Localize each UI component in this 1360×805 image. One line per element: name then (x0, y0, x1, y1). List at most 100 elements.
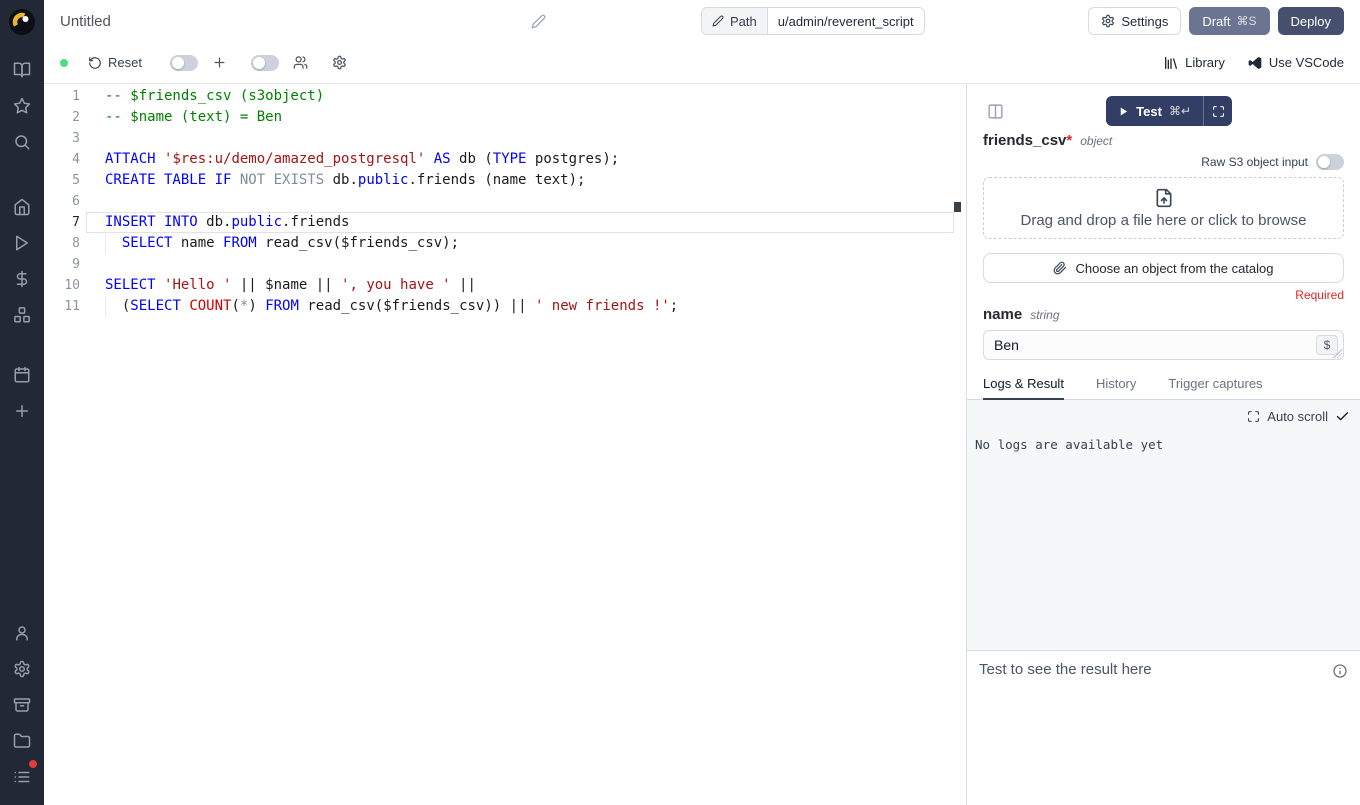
code-line-7[interactable]: 7INSERT INTO db.public.friends (44, 212, 966, 233)
sidebar-user-button[interactable] (4, 615, 40, 651)
code-line-11[interactable]: 11 (SELECT COUNT(*) FROM read_csv($frien… (44, 296, 966, 317)
resize-grip[interactable] (1333, 349, 1342, 358)
name-input[interactable] (984, 337, 1343, 353)
vscode-icon (1247, 55, 1263, 71)
run-panel-header: Test ⌘↵ (967, 84, 1360, 128)
arg-name-header: name string (983, 306, 1344, 323)
run-panel: Test ⌘↵ friends_csv* object Raw S3 objec… (967, 84, 1360, 805)
sidebar-home-button[interactable] (4, 189, 40, 225)
line-number: 10 (44, 275, 80, 296)
path-label-segment[interactable]: Path (702, 8, 768, 34)
users-icon (293, 55, 308, 70)
choose-catalog-object-button[interactable]: Choose an object from the catalog (983, 253, 1344, 283)
path-button[interactable]: Path u/admin/reverent_script (701, 7, 925, 35)
sidebar-workers-button[interactable] (4, 687, 40, 723)
code-line-4[interactable]: 4ATTACH '$res:u/demo/amazed_postgresql' … (44, 149, 966, 170)
test-button[interactable]: Test ⌘↵ (1106, 96, 1203, 126)
play-icon (1118, 106, 1129, 117)
use-vscode-button[interactable]: Use VSCode (1247, 55, 1344, 71)
runs-play-icon (13, 234, 31, 252)
workspace-settings-gear-icon (13, 660, 31, 678)
sidebar-runs-button[interactable] (4, 225, 40, 261)
file-dropzone[interactable]: Drag and drop a file here or click to br… (983, 177, 1344, 239)
windmill-logo[interactable] (4, 8, 40, 36)
notification-dot (29, 760, 37, 768)
code-line-5[interactable]: 5CREATE TABLE IF NOT EXISTS db.public.fr… (44, 170, 966, 191)
info-icon[interactable] (1332, 663, 1348, 679)
deploy-button[interactable]: Deploy (1278, 7, 1344, 35)
autoscroll-checkbox[interactable] (1335, 409, 1350, 424)
sidebar-schedules-button[interactable] (4, 357, 40, 393)
arg-friends-csv-header: friends_csv* object (983, 132, 1344, 149)
resources-boxes-icon (13, 306, 31, 324)
line-number: 9 (44, 254, 80, 275)
code-line-3[interactable]: 3 (44, 128, 966, 149)
sidebar-resources-button[interactable] (4, 297, 40, 333)
sidebar-search-button[interactable] (4, 124, 40, 160)
tab-logs-result[interactable]: Logs & Result (983, 376, 1064, 400)
sidebar-add-button[interactable] (4, 393, 40, 429)
toggle-knob (1318, 156, 1330, 168)
autoscroll-label: Auto scroll (1267, 409, 1328, 424)
code-editor[interactable]: 1-- $friends_csv (s3object)2-- $name (te… (44, 84, 967, 805)
script-title-field[interactable]: Untitled (60, 13, 546, 30)
toggle-one[interactable] (170, 55, 198, 71)
sidebar-variables-button[interactable] (4, 261, 40, 297)
toggle-two[interactable] (251, 55, 279, 71)
code-line-8[interactable]: 8 SELECT name FROM read_csv($friends_csv… (44, 233, 966, 254)
sidebar-folders-button[interactable] (4, 723, 40, 759)
collaborators-button[interactable] (293, 55, 308, 70)
panel-layout-toggle[interactable] (987, 103, 1004, 120)
line-number: 3 (44, 128, 80, 149)
logs-panel-header: Auto scroll (967, 400, 1360, 424)
add-button[interactable] (212, 55, 227, 70)
reset-button[interactable]: Reset (88, 55, 142, 70)
expand-logs-button[interactable] (1247, 410, 1260, 423)
sidebar-favorites-button[interactable] (4, 88, 40, 124)
schedules-calendar-icon (13, 366, 31, 384)
content-split: 1-- $friends_csv (s3object)2-- $name (te… (44, 84, 1360, 805)
library-button[interactable]: Library (1163, 55, 1225, 71)
pencil-icon (712, 15, 724, 27)
choose-catalog-object-label: Choose an object from the catalog (1075, 261, 1273, 276)
gear-icon (332, 55, 347, 70)
settings-button[interactable]: Settings (1088, 7, 1181, 35)
test-expand-button[interactable] (1204, 96, 1232, 126)
line-number: 4 (44, 149, 80, 170)
toggle-knob (172, 57, 184, 69)
sidebar-settings-button[interactable] (4, 651, 40, 687)
line-number: 6 (44, 191, 80, 212)
sidebar-audit-logs-button[interactable] (4, 759, 40, 795)
arg-type-label: object (1080, 134, 1112, 148)
draft-button[interactable]: Draft ⌘S (1189, 7, 1269, 35)
test-label: Test (1136, 104, 1162, 119)
result-tabs: Logs & Result History Trigger captures (967, 376, 1360, 400)
toggle-knob (253, 57, 265, 69)
library-label: Library (1185, 55, 1225, 70)
gear-icon (1101, 14, 1115, 28)
arg-type-label: string (1030, 308, 1059, 322)
reset-label: Reset (108, 55, 142, 70)
tab-history[interactable]: History (1096, 376, 1136, 400)
code-line-2[interactable]: 2-- $name (text) = Ben (44, 107, 966, 128)
edit-title-button[interactable] (531, 14, 546, 29)
code-line-10[interactable]: 10SELECT 'Hello ' || $name || ', you hav… (44, 275, 966, 296)
required-star: * (1066, 132, 1072, 149)
editor-settings-button[interactable] (332, 55, 347, 70)
settings-label: Settings (1121, 14, 1168, 29)
indent-guide (105, 233, 106, 254)
code-line-9[interactable]: 9 (44, 254, 966, 275)
raw-s3-toggle-row: Raw S3 object input (983, 154, 1344, 170)
code-line-6[interactable]: 6 (44, 191, 966, 212)
raw-s3-toggle[interactable] (1316, 154, 1344, 170)
sidebar-docs-button[interactable] (4, 52, 40, 88)
line-number: 7 (44, 212, 80, 233)
result-placeholder: Test to see the result here (979, 661, 1152, 678)
code-line-1[interactable]: 1-- $friends_csv (s3object) (44, 86, 966, 107)
script-title[interactable]: Untitled (60, 13, 111, 30)
panel-layout-icon (987, 103, 1004, 120)
tab-trigger-captures[interactable]: Trigger captures (1168, 376, 1262, 400)
path-value[interactable]: u/admin/reverent_script (768, 8, 924, 34)
paperclip-icon (1053, 261, 1067, 275)
search-icon (13, 133, 31, 151)
